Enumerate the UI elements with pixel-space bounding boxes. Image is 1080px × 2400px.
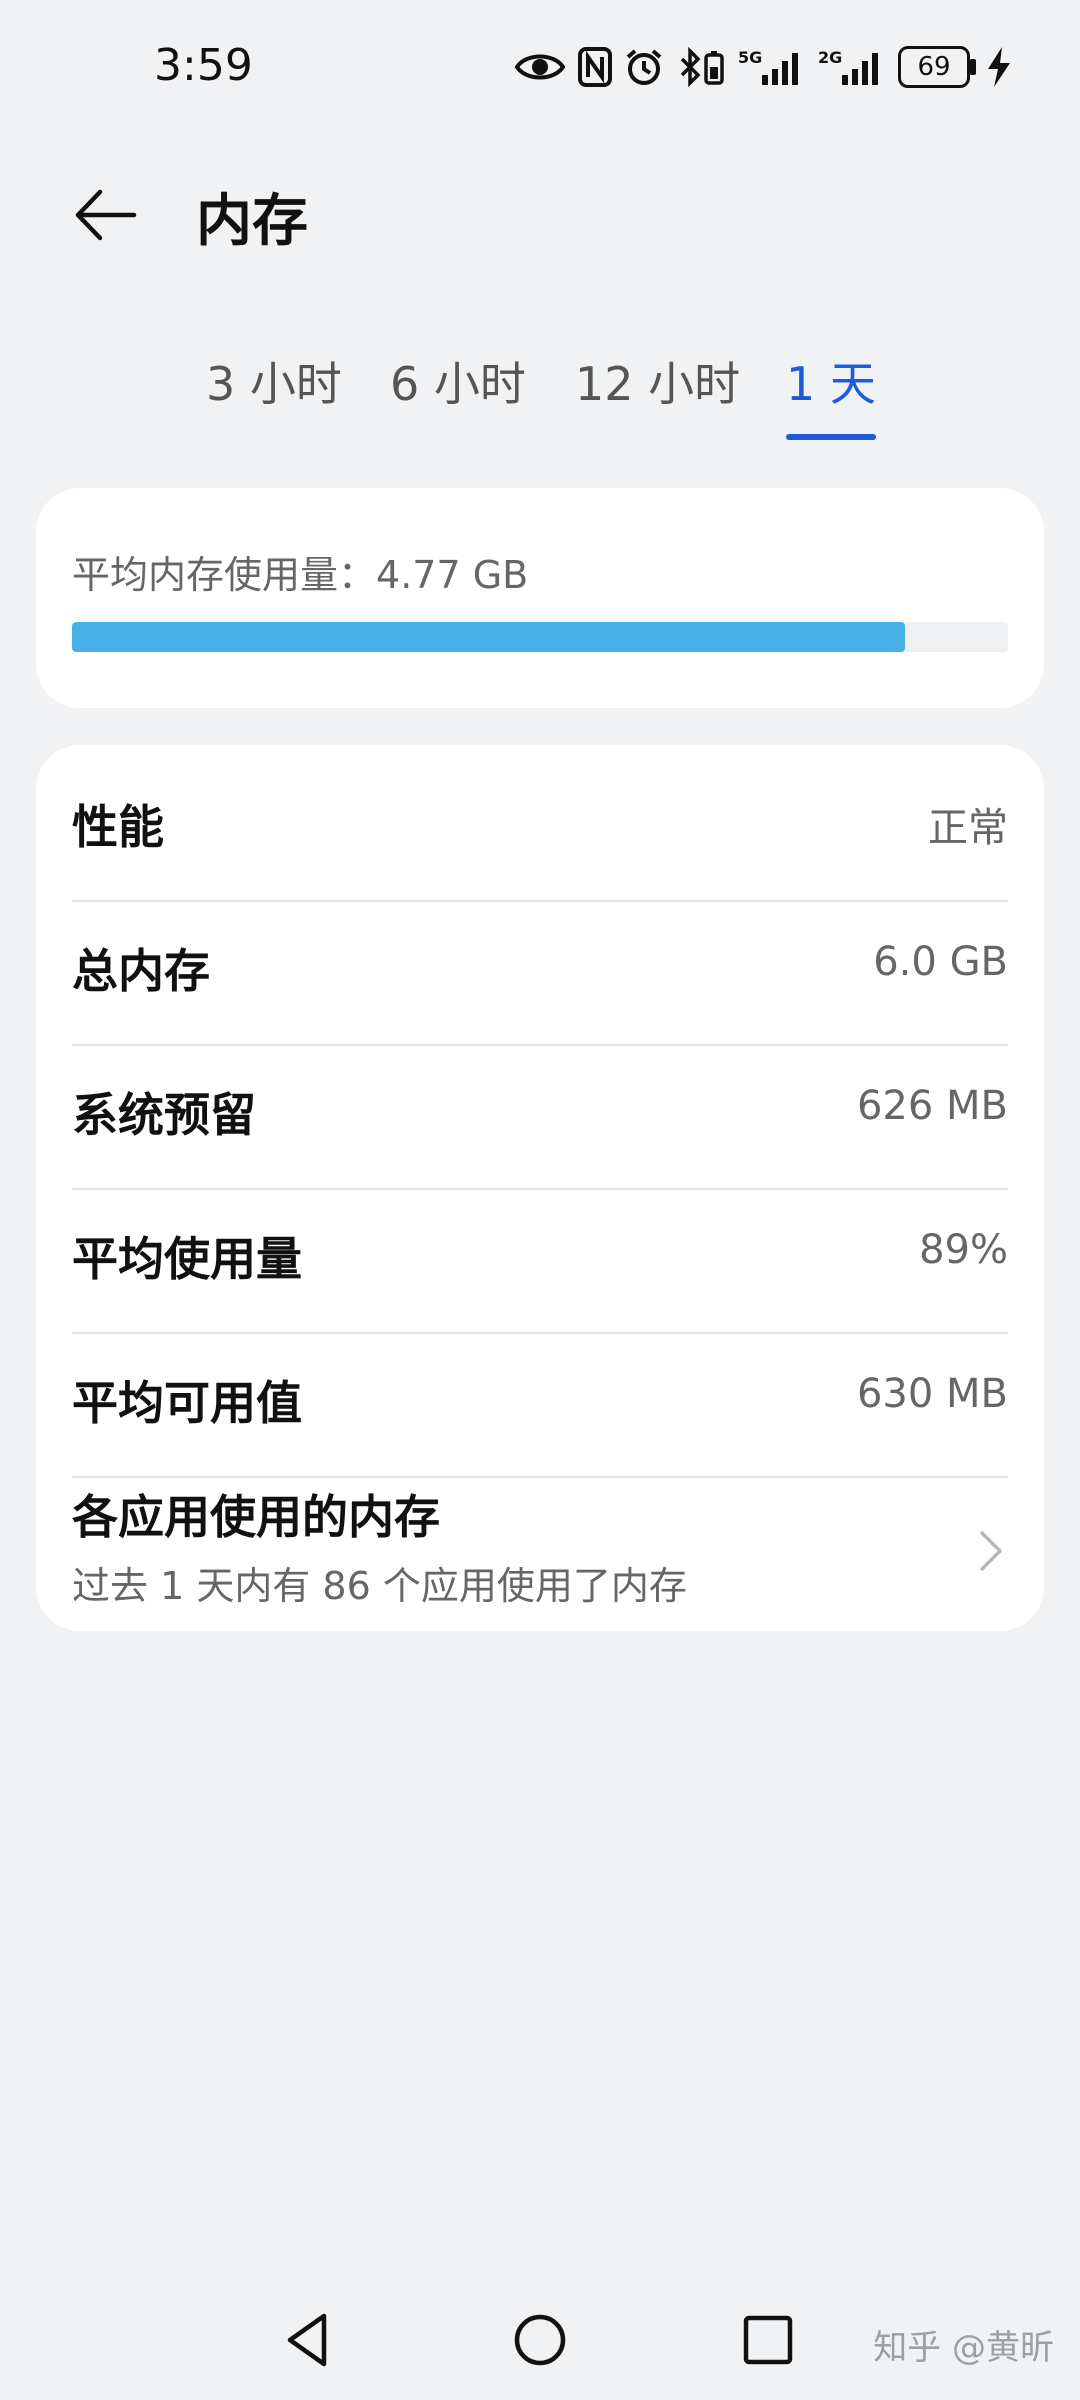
tab-6-hours[interactable]: 6 小时 [390,348,526,414]
total-memory-value: 6.0 GB [873,939,1008,985]
average-usage-label: 平均内存使用量： [72,553,377,597]
row-total-memory: 总内存 6.0 GB [72,889,1008,1033]
bluetooth-battery-icon [680,47,724,87]
performance-value: 正常 [928,805,1008,851]
battery-level: 69 [898,46,970,88]
back-arrow-icon [75,189,137,241]
average-usage-value: 4.77 GB [376,553,529,597]
nav-back-button[interactable] [278,2310,338,2374]
total-memory-label: 总内存 [72,944,210,998]
system-reserved-value: 626 MB [856,1083,1008,1129]
watermark: 知乎 @黄昕 [873,2328,1054,2368]
battery-icon: 69 [898,46,976,88]
recents-square-icon [743,2315,793,2365]
average-usage-row-value: 89% [919,1227,1008,1273]
app-memory-usage-item[interactable]: 各应用使用的内存 过去 1 天内有 86 个应用使用了内存 [72,1477,1008,1627]
average-usage-card: 平均内存使用量：4.77 GB [36,488,1044,708]
status-icons: 5G 2G 69 [514,46,1010,88]
average-usage-text: 平均内存使用量：4.77 GB [72,544,528,599]
app-memory-usage-title: 各应用使用的内存 [72,1490,440,1544]
home-circle-icon [514,2314,566,2366]
status-time: 3:59 [154,40,253,91]
nfc-icon [578,47,612,87]
network-5g-label: 5G [738,48,762,67]
usage-progress-fill [72,622,906,652]
back-triangle-icon [287,2313,327,2367]
row-average-available: 平均可用值 630 MB [72,1321,1008,1465]
average-available-label: 平均可用值 [72,1376,302,1430]
tab-12-hours[interactable]: 12 小时 [575,348,740,414]
battery-tip [970,59,976,75]
network-2g-label: 2G [818,48,842,67]
tab-1-day[interactable]: 1 天 [786,348,876,440]
alarm-icon [626,49,662,85]
app-header: 内存 [0,150,1080,270]
usage-progress-bar [72,622,1008,652]
time-range-tabs: 3 小时 6 小时 12 小时 1 天 [0,330,1080,440]
charging-icon [988,47,1010,87]
chevron-right-icon [980,1531,1002,1571]
active-tab-indicator [786,434,876,440]
nav-recents-button[interactable] [738,2310,798,2374]
row-average-usage: 平均使用量 89% [72,1177,1008,1321]
row-performance: 性能 正常 [72,745,1008,889]
nav-home-button[interactable] [510,2310,570,2374]
system-reserved-label: 系统预留 [72,1088,256,1142]
back-button[interactable] [70,180,140,250]
status-bar: 3:59 5G 2G 69 [0,0,1080,140]
tab-3-hours[interactable]: 3 小时 [206,348,342,414]
signal-5g-icon: 5G [738,48,798,85]
average-available-value: 630 MB [856,1371,1008,1417]
app-memory-usage-subtitle: 过去 1 天内有 86 个应用使用了内存 [72,1564,687,1608]
signal-2g-icon: 2G [818,48,878,85]
average-usage-row-label: 平均使用量 [72,1232,302,1286]
row-system-reserved: 系统预留 626 MB [72,1033,1008,1177]
memory-details-card: 性能 正常 总内存 6.0 GB 系统预留 626 MB 平均使用量 89% 平… [36,745,1044,1631]
page-title: 内存 [196,189,308,254]
eye-icon [514,54,566,80]
performance-label: 性能 [72,800,164,854]
tab-1-day-label: 1 天 [786,357,876,411]
